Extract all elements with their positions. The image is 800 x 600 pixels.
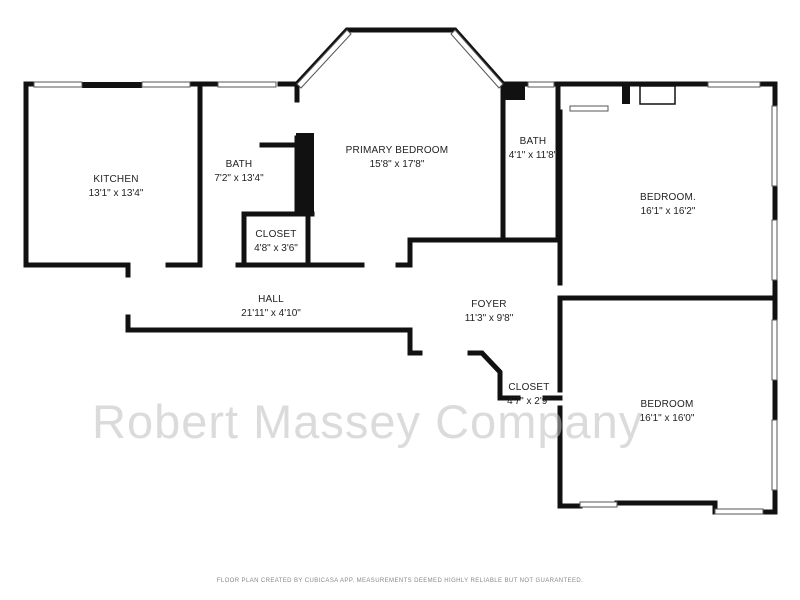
room-dims: 16'1" x 16'2" bbox=[641, 206, 696, 217]
floor-plan: KITCHEN 13'1" x 13'4" BATH 7'2" x 13'4" … bbox=[23, 27, 778, 584]
room-name: BATH bbox=[226, 159, 253, 170]
room-dims: 13'1" x 13'4" bbox=[89, 188, 144, 199]
room-name: HALL bbox=[258, 294, 284, 305]
room-dims: 16'1" x 16'0" bbox=[640, 413, 695, 424]
footer-disclaimer: FLOOR PLAN CREATED BY CUBICASA APP. MEAS… bbox=[217, 578, 583, 584]
room-name: BEDROOM. bbox=[640, 192, 696, 203]
room-name: KITCHEN bbox=[93, 174, 138, 185]
room-dims: 21'11" x 4'10" bbox=[241, 308, 301, 319]
room-dims: 4'8" x 3'6" bbox=[254, 243, 298, 254]
watermark: Robert Massey Company bbox=[92, 395, 643, 448]
room-name: BEDROOM bbox=[640, 399, 693, 410]
room-name: CLOSET bbox=[255, 229, 296, 240]
room-name: PRIMARY BEDROOM bbox=[346, 145, 449, 156]
room-labels: KITCHEN 13'1" x 13'4" BATH 7'2" x 13'4" … bbox=[89, 136, 696, 424]
room-name: FOYER bbox=[471, 299, 506, 310]
room-dims: 7'2" x 13'4" bbox=[214, 173, 264, 184]
room-dims: 15'8" x 17'8" bbox=[370, 159, 425, 170]
room-dims: 11'3" x 9'8" bbox=[465, 313, 514, 324]
room-name: CLOSET bbox=[508, 382, 549, 393]
room-dims: 4'1" x 11'8" bbox=[509, 150, 558, 161]
room-name: BATH bbox=[520, 136, 547, 147]
